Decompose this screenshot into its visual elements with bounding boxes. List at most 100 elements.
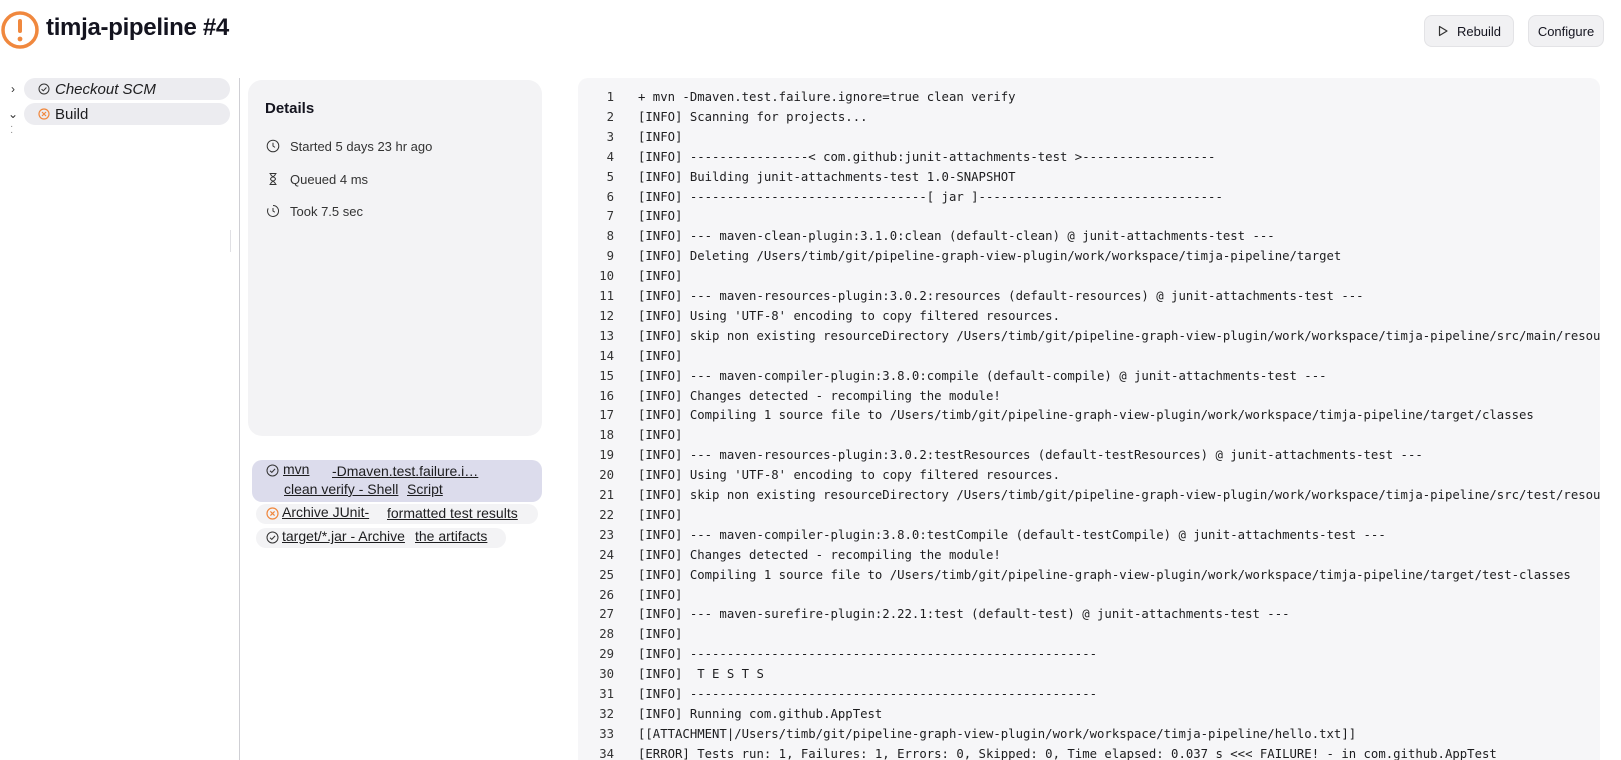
step-link-part[interactable]: -Dmaven.test.failure.i…: [332, 463, 478, 479]
details-card: Details Started 5 days 23 hr ago Queued …: [248, 80, 542, 436]
line-number[interactable]: 6: [578, 188, 614, 207]
line-text: [INFO]: [638, 269, 683, 284]
line-number[interactable]: 7: [578, 207, 614, 226]
line-number[interactable]: 14: [578, 347, 614, 366]
line-number[interactable]: 17: [578, 406, 614, 425]
details-title: Details: [265, 100, 315, 117]
line-number[interactable]: 19: [578, 446, 614, 465]
detail-took-text: Took 7.5 sec: [290, 203, 363, 219]
log-line: 4 [INFO] ----------------< com.github:jun…: [578, 148, 1600, 167]
log-line: 11 [INFO] --- maven-resources-plugin:3.0.…: [578, 287, 1600, 306]
line-text: [INFO]: [638, 587, 683, 602]
log-line: 29 [INFO] -------------------------------…: [578, 645, 1600, 664]
log-line: 23 [INFO] --- maven-compiler-plugin:3.8.0…: [578, 526, 1600, 545]
line-text: [INFO] --- maven-clean-plugin:3.1.0:clea…: [638, 229, 1275, 244]
log-line: 22 [INFO]: [578, 506, 1600, 525]
line-number[interactable]: 18: [578, 426, 614, 445]
line-number[interactable]: 23: [578, 526, 614, 545]
clock-icon: [266, 139, 280, 153]
line-number[interactable]: 30: [578, 665, 614, 684]
line-text: [INFO]: [638, 627, 683, 642]
step-link-part[interactable]: clean verify - Shell: [284, 481, 398, 497]
line-number[interactable]: 20: [578, 466, 614, 485]
line-text: [INFO] skip non existing resourceDirecto…: [638, 328, 1600, 343]
line-text: [INFO] --- maven-compiler-plugin:3.8.0:t…: [638, 527, 1386, 542]
line-text: [INFO] skip non existing resourceDirecto…: [638, 488, 1600, 502]
line-text: [INFO] Building junit-attachments-test 1…: [638, 169, 1016, 184]
detail-queued-text: Queued 4 ms: [290, 171, 369, 187]
step-mvn-shell-script[interactable]: mvn -Dmaven.test.failure.i… clean verify…: [266, 461, 536, 501]
log-line: 14 [INFO]: [578, 347, 1600, 366]
line-number[interactable]: 2: [578, 108, 614, 127]
chevron-right-icon[interactable]: ›: [6, 82, 20, 96]
step-link-part[interactable]: Archive JUnit-: [282, 504, 369, 520]
line-number[interactable]: 4: [578, 148, 614, 167]
step-link-part[interactable]: Script: [407, 481, 443, 497]
line-text: [INFO] ---------------------------------…: [638, 647, 1098, 662]
line-text: [INFO]: [638, 209, 683, 224]
log-line: 31 [INFO] -------------------------------…: [578, 685, 1600, 704]
line-number[interactable]: 31: [578, 685, 614, 704]
line-number[interactable]: 13: [578, 327, 614, 346]
configure-button[interactable]: Configure: [1528, 15, 1604, 47]
detail-started: Started 5 days 23 hr ago: [266, 137, 432, 155]
log-line: 9 [INFO] Deleting /Users/timb/git/pipelin…: [578, 247, 1600, 266]
check-circle-icon: [38, 83, 50, 95]
line-text: [INFO] Compiling 1 source file to /Users…: [638, 567, 1571, 582]
log-line: 6 [INFO] --------------------------------…: [578, 188, 1600, 207]
line-number[interactable]: 1: [578, 88, 614, 107]
log-line: 17 [INFO] Compiling 1 source file to /Use…: [578, 406, 1600, 425]
line-number[interactable]: 26: [578, 586, 614, 605]
line-text: [INFO] ---------------------------------…: [638, 687, 1098, 701]
line-number[interactable]: 12: [578, 307, 614, 326]
line-number[interactable]: 28: [578, 625, 614, 644]
line-number[interactable]: 15: [578, 367, 614, 386]
line-text: + mvn -Dmaven.test.failure.ignore=true c…: [638, 90, 1016, 104]
warning-circle-icon: [1, 11, 39, 49]
line-number[interactable]: 16: [578, 387, 614, 406]
line-number[interactable]: 10: [578, 267, 614, 286]
check-circle-icon: [266, 531, 279, 544]
log-line: 21 [INFO] skip non existing resourceDirec…: [578, 486, 1600, 505]
line-number[interactable]: 24: [578, 546, 614, 565]
stage-label: Build: [55, 105, 89, 123]
stage-row-checkout-scm: › Checkout SCM: [0, 78, 232, 100]
step-link-part[interactable]: the artifacts: [415, 528, 487, 544]
rebuild-button[interactable]: Rebuild: [1424, 15, 1514, 47]
log-line: 27 [INFO] --- maven-surefire-plugin:2.22.…: [578, 605, 1600, 624]
line-number[interactable]: 9: [578, 247, 614, 266]
step-link-part[interactable]: formatted test results: [387, 505, 522, 521]
configure-label: Configure: [1537, 23, 1595, 39]
page-header: timja-pipeline #4 Rebuild Configure: [0, 0, 1621, 64]
step-link-part[interactable]: mvn: [283, 461, 309, 477]
log-line: 13 [INFO] skip non existing resourceDirec…: [578, 327, 1600, 346]
failed-circle-icon: [266, 507, 279, 520]
line-number[interactable]: 33: [578, 725, 614, 744]
chevron-down-icon[interactable]: ⌄: [6, 107, 20, 121]
line-number[interactable]: 34: [578, 745, 614, 760]
log-line: 24 [INFO] Changes detected - recompiling …: [578, 546, 1600, 565]
detail-queued: Queued 4 ms: [266, 170, 368, 188]
line-number[interactable]: 11: [578, 287, 614, 306]
stage-build[interactable]: Build: [24, 103, 230, 125]
line-number[interactable]: 3: [578, 128, 614, 147]
line-number[interactable]: 29: [578, 645, 614, 664]
line-number[interactable]: 21: [578, 486, 614, 505]
step-archive-artifacts[interactable]: target/*.jar - Archive the artifacts: [266, 528, 536, 548]
panel-divider[interactable]: [239, 78, 240, 760]
console-log[interactable]: 1 + mvn -Dmaven.test.failure.ignore=true …: [578, 78, 1600, 760]
line-number[interactable]: 22: [578, 506, 614, 525]
step-link-part[interactable]: target/*.jar - Archive: [282, 528, 405, 544]
log-line: 8 [INFO] --- maven-clean-plugin:3.1.0:cle…: [578, 227, 1600, 246]
line-number[interactable]: 5: [578, 168, 614, 187]
line-text: [INFO] Running com.github.AppTest: [638, 706, 883, 721]
line-number[interactable]: 32: [578, 705, 614, 724]
timer-icon: [267, 204, 279, 217]
step-archive-junit[interactable]: Archive JUnit- formatted test results: [266, 504, 536, 524]
line-number[interactable]: 27: [578, 605, 614, 624]
stage-checkout-scm[interactable]: Checkout SCM: [24, 78, 230, 100]
line-number[interactable]: 8: [578, 227, 614, 246]
line-number[interactable]: 25: [578, 566, 614, 585]
play-icon: [1438, 25, 1448, 37]
hourglass-icon: [269, 173, 277, 185]
